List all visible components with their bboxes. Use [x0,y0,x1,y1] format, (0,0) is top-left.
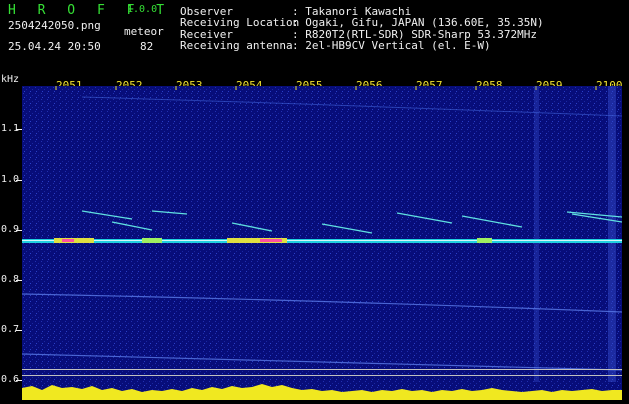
spectrogram [22,86,622,400]
reference-line [22,375,622,376]
frequency-axis: kHz 1.1 1.0 0.9 0.8 0.7 0.6 [0,74,22,400]
capture-datetime: 25.04.24 20:50 [8,40,101,53]
antenna-label: Receiving antenna [180,39,293,52]
capture-filename: 2504242050.png [8,19,101,32]
axis-unit: kHz [1,74,20,85]
signal-level-graph [22,384,622,400]
header-panel: H R O F F T 1.0.0 2504242050.png 25.04.2… [0,0,629,74]
antenna-value: : 2el-HB9CV Vertical (el. E-W) [292,39,491,52]
signal-level-strip [22,382,622,400]
signal-level-fill [22,384,622,400]
carrier-core [22,240,622,241]
detector-label: meteor [124,25,164,38]
meteor-count: 82 [140,40,154,53]
spectrogram-image [22,86,622,400]
app-version: 1.0.0 [127,4,158,15]
reference-line [22,369,622,370]
interference-band [608,86,616,382]
interference-band [534,86,539,382]
